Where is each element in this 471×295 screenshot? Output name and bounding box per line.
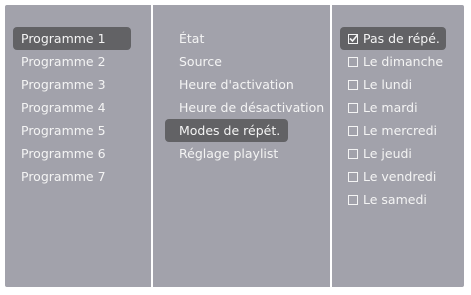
setting-label: Source xyxy=(179,54,222,69)
checkbox-checked-icon[interactable] xyxy=(348,33,359,44)
checkbox-icon[interactable] xyxy=(348,194,358,205)
repeat-option-sunday[interactable]: Le dimanche xyxy=(340,50,449,73)
repeat-option-label: Le vendredi xyxy=(363,169,437,184)
repeat-option-none[interactable]: Pas de répé. xyxy=(340,27,446,50)
checkbox-icon[interactable] xyxy=(348,125,358,136)
repeat-option-label: Le lundi xyxy=(363,77,413,92)
repeat-option-label: Le mercredi xyxy=(363,123,437,138)
setting-label: État xyxy=(179,31,205,46)
repeat-option-label: Le jeudi xyxy=(363,146,412,161)
setting-item-off-time[interactable]: Heure de désactivation xyxy=(165,96,332,119)
checkbox-icon[interactable] xyxy=(348,171,358,182)
setting-item-on-time[interactable]: Heure d'activation xyxy=(165,73,302,96)
program-label: Programme 5 xyxy=(21,123,106,138)
osd-schedule-menu: Programme 1 Programme 2 Programme 3 Prog… xyxy=(5,5,464,287)
repeat-option-saturday[interactable]: Le samedi xyxy=(340,188,433,211)
checkbox-icon[interactable] xyxy=(348,102,358,113)
program-label: Programme 2 xyxy=(21,54,106,69)
setting-item-playlist[interactable]: Réglage playlist xyxy=(165,142,286,165)
repeat-option-thursday[interactable]: Le jeudi xyxy=(340,142,418,165)
program-label: Programme 3 xyxy=(21,77,106,92)
program-item-4[interactable]: Programme 4 xyxy=(13,96,131,119)
repeat-option-monday[interactable]: Le lundi xyxy=(340,73,418,96)
program-item-2[interactable]: Programme 2 xyxy=(13,50,131,73)
program-item-1[interactable]: Programme 1 xyxy=(13,27,131,50)
repeat-option-label: Le mardi xyxy=(363,100,418,115)
checkbox-icon[interactable] xyxy=(348,79,358,90)
program-item-3[interactable]: Programme 3 xyxy=(13,73,131,96)
setting-label: Modes de répét. xyxy=(179,123,281,138)
setting-label: Heure d'activation xyxy=(179,77,294,92)
repeat-option-label: Le dimanche xyxy=(363,54,444,69)
program-item-7[interactable]: Programme 7 xyxy=(13,165,131,188)
setting-label: Heure de désactivation xyxy=(179,100,325,115)
program-label: Programme 4 xyxy=(21,100,106,115)
repeat-option-tuesday[interactable]: Le mardi xyxy=(340,96,424,119)
repeat-options-list: Pas de répé. Le dimanche Le lundi Le mar… xyxy=(332,5,464,287)
checkbox-icon[interactable] xyxy=(348,148,358,159)
repeat-option-friday[interactable]: Le vendredi xyxy=(340,165,442,188)
program-item-5[interactable]: Programme 5 xyxy=(13,119,131,142)
setting-label: Réglage playlist xyxy=(179,146,279,161)
program-label: Programme 6 xyxy=(21,146,106,161)
settings-list: État Source Heure d'activation Heure de … xyxy=(153,5,330,287)
repeat-option-label: Pas de répé. xyxy=(363,31,440,46)
program-item-6[interactable]: Programme 6 xyxy=(13,142,131,165)
program-label: Programme 7 xyxy=(21,169,106,184)
checkbox-icon[interactable] xyxy=(348,56,358,67)
program-list: Programme 1 Programme 2 Programme 3 Prog… xyxy=(5,5,151,287)
program-label: Programme 1 xyxy=(21,31,106,46)
setting-item-repeat-mode[interactable]: Modes de répét. xyxy=(165,119,289,142)
setting-item-source[interactable]: Source xyxy=(165,50,230,73)
setting-item-etat[interactable]: État xyxy=(165,27,212,50)
repeat-option-label: Le samedi xyxy=(363,192,427,207)
repeat-option-wednesday[interactable]: Le mercredi xyxy=(340,119,443,142)
